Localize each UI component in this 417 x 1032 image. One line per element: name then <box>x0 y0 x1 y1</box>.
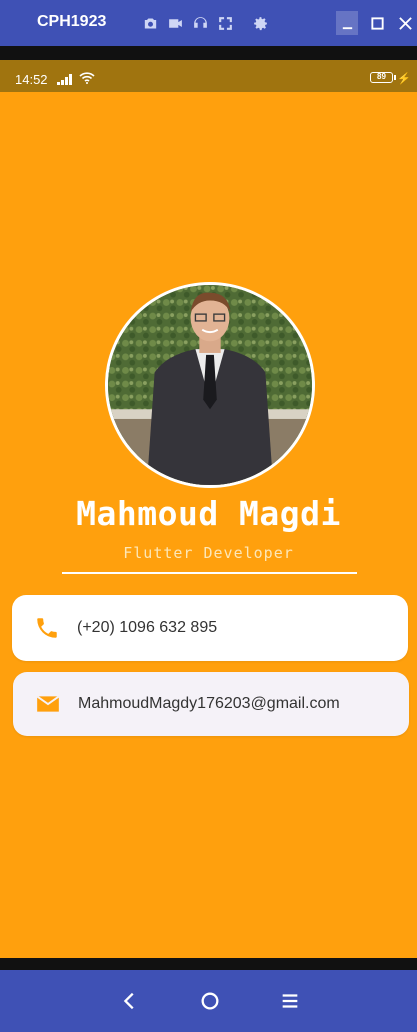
email-address: MahmoudMagdy176203@gmail.com <box>78 695 340 712</box>
emulator-titlebar: CPH1923 <box>0 0 417 46</box>
phone-card[interactable]: (+20) 1096 632 895 <box>12 595 408 661</box>
charging-icon: ⚡ <box>397 73 411 85</box>
minimize-icon[interactable] <box>336 11 358 35</box>
profile-name: Mahmoud Magdi <box>76 494 341 533</box>
device-name: CPH1923 <box>37 13 107 30</box>
camera-icon[interactable] <box>141 14 159 32</box>
phone-number: (+20) 1096 632 895 <box>77 619 218 636</box>
home-icon[interactable] <box>197 988 223 1014</box>
profile-role: Flutter Developer <box>123 544 294 562</box>
back-icon[interactable] <box>117 988 143 1014</box>
device-bezel-bottom <box>0 958 417 970</box>
navigation-bar <box>0 970 417 1032</box>
email-card[interactable]: MahmoudMagdy176203@gmail.com <box>13 672 409 736</box>
video-icon[interactable] <box>166 14 184 32</box>
settings-icon[interactable] <box>251 14 269 32</box>
signal-icon <box>57 73 73 88</box>
status-time: 14:52 <box>15 72 48 87</box>
status-bar: 14:52 89 ⚡ <box>0 60 417 92</box>
close-icon[interactable] <box>394 11 416 35</box>
wifi-icon <box>79 72 95 87</box>
phone-icon <box>32 613 62 643</box>
divider <box>62 572 357 574</box>
email-icon <box>33 689 63 719</box>
headset-icon[interactable] <box>191 14 209 32</box>
device-bezel-top <box>0 46 417 60</box>
phone-screen: 14:52 89 ⚡ Mahmoud Magdi Flutter Develop… <box>0 60 417 958</box>
fullscreen-icon[interactable] <box>216 14 234 32</box>
battery-icon: 89 <box>370 72 396 83</box>
menu-icon[interactable] <box>277 988 303 1014</box>
maximize-icon[interactable] <box>366 11 388 35</box>
profile-avatar <box>105 282 315 488</box>
